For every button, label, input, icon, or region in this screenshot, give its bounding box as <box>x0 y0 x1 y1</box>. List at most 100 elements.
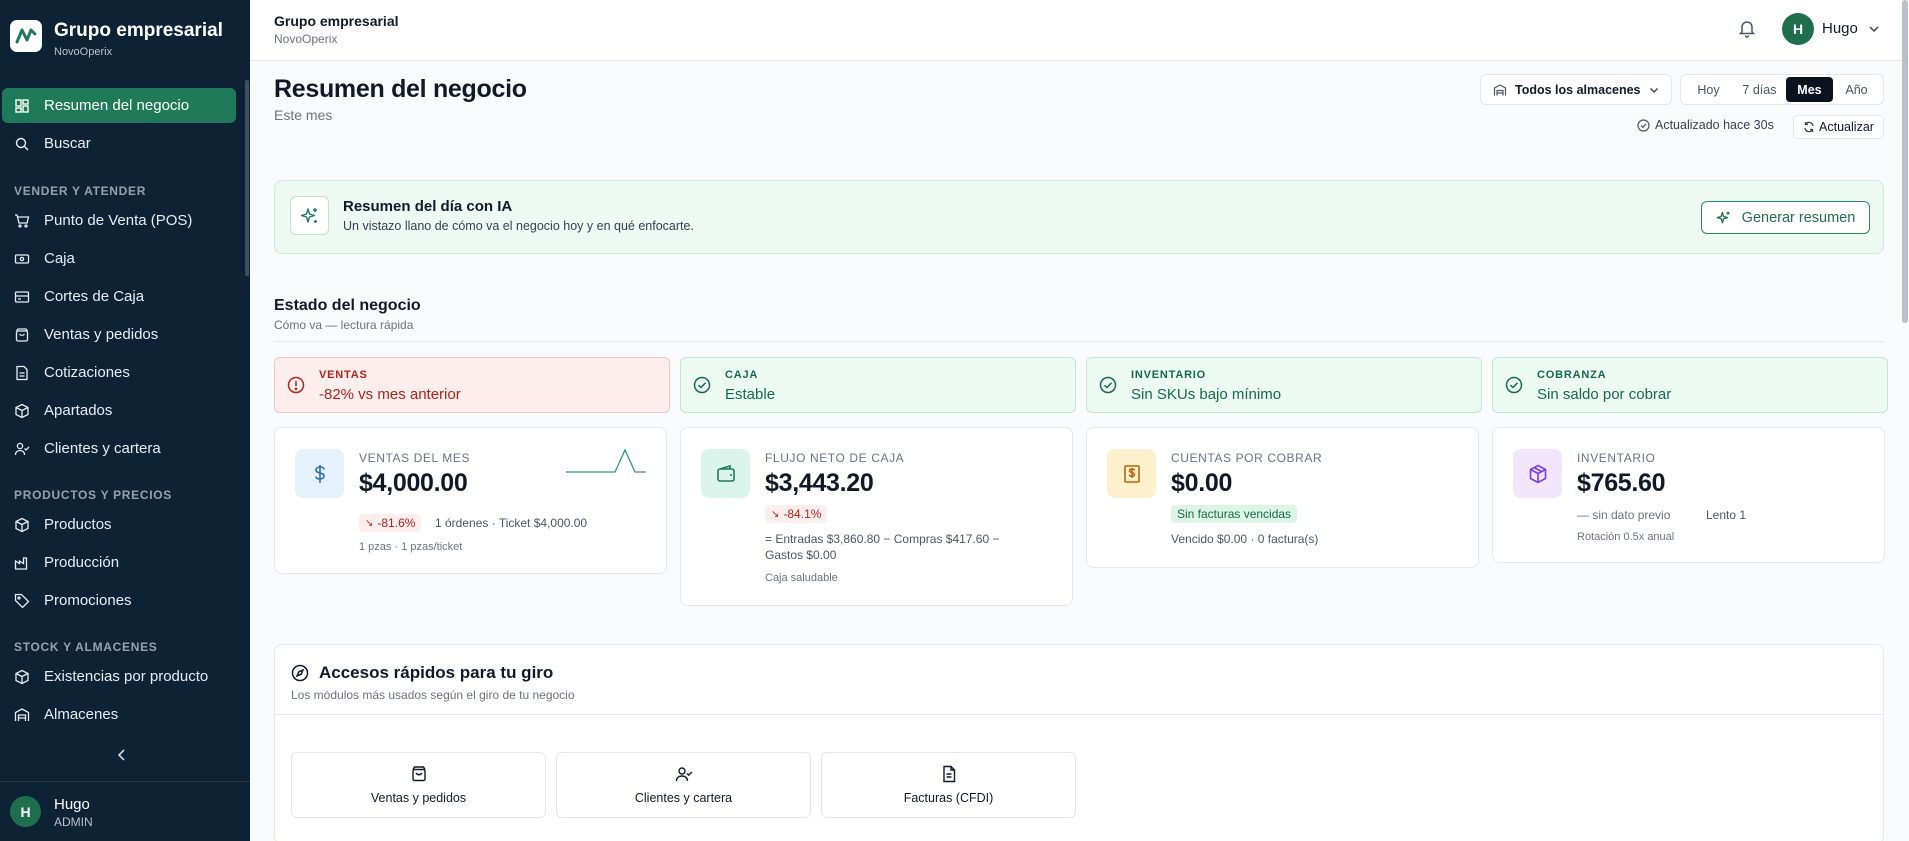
check-circle-icon <box>1637 118 1650 132</box>
main-content: Resumen del negocio Este mes Todos los a… <box>250 61 1909 841</box>
kpi-label: VENTAS DEL MES <box>359 451 471 465</box>
change-value: -81.6% <box>377 516 416 530</box>
updated-text: Actualizado hace 30s <box>1655 118 1774 132</box>
sidebar-item-resumen[interactable]: Resumen del negocio <box>2 88 236 123</box>
ai-summary-title: Resumen del día con IA <box>343 198 513 215</box>
user-avatar[interactable]: H <box>1782 13 1814 45</box>
status-ventas: VENTAS -82% vs mes anterior <box>274 357 670 413</box>
sidebar-item-ventas[interactable]: Ventas y pedidos <box>2 317 236 352</box>
sparkline <box>566 448 646 473</box>
quick-access-facturas[interactable]: Facturas (CFDI) <box>821 752 1076 818</box>
sidebar-item-cortes[interactable]: Cortes de Caja <box>2 279 236 314</box>
sidebar-item-produccion[interactable]: Producción <box>2 545 236 580</box>
quick-access-card: Accesos rápidos para tu giro Los módulos… <box>274 644 1884 841</box>
status-label: VENTAS <box>319 369 368 381</box>
user-name: Hugo <box>54 796 90 813</box>
kpi-small: Caja saludable <box>765 572 838 584</box>
page-scrollbar-thumb[interactable] <box>1902 0 1908 323</box>
sidebar-item-label: Producción <box>44 554 120 571</box>
sparkles-icon <box>1716 211 1730 223</box>
sidebar-item-clientes[interactable]: Clientes y cartera <box>2 431 236 466</box>
warehouse-icon <box>14 707 30 721</box>
sidebar-item-existencias[interactable]: Existencias por producto <box>2 659 236 694</box>
kpi-label: INVENTARIO <box>1577 451 1656 465</box>
search-icon <box>15 137 29 150</box>
sidebar-item-caja[interactable]: Caja <box>2 241 236 276</box>
kpi-value: $0.00 <box>1171 469 1233 497</box>
sidebar-item-label: Cortes de Caja <box>44 288 145 305</box>
status-value: -82% vs mes anterior <box>319 386 461 403</box>
avatar: H <box>10 796 41 827</box>
sidebar-item-buscar[interactable]: Buscar <box>2 126 236 161</box>
status-label: INVENTARIO <box>1131 369 1207 381</box>
chevron-left-icon <box>117 749 125 761</box>
status-value: Sin SKUs bajo mínimo <box>1131 386 1282 403</box>
kpi-meta: — sin dato previo <box>1577 508 1671 522</box>
check-circle-icon <box>1099 376 1117 394</box>
period-selector: Hoy 7 días Mes Año <box>1680 74 1884 105</box>
sidebar-item-label: Buscar <box>44 135 91 152</box>
sidebar-item-apartados[interactable]: Apartados <box>2 393 236 428</box>
period-7-dias[interactable]: 7 días <box>1733 77 1786 102</box>
quick-access-header: Accesos rápidos para tu giro Los módulos… <box>275 645 1883 715</box>
topbar: Grupo empresarial NovoOperix H Hugo <box>250 0 1909 61</box>
notifications-button[interactable] <box>1737 18 1757 38</box>
kpi-flujo-card[interactable]: FLUJO NETO DE CAJA $3,443.20 ↘ -84.1% = E… <box>680 427 1073 606</box>
divider <box>274 341 1884 342</box>
sidebar-item-promociones[interactable]: Promociones <box>2 583 236 618</box>
quick-access-subtitle: Los módulos más usados según el giro de … <box>291 688 575 702</box>
status-caja: CAJA Estable <box>680 357 1076 413</box>
boxes-icon <box>15 669 29 684</box>
quick-access-clientes[interactable]: Clientes y cartera <box>556 752 811 818</box>
ai-summary-desc: Un vistazo llano de cómo va el negocio h… <box>343 219 694 233</box>
sidebar-item-cotizaciones[interactable]: Cotizaciones <box>2 355 236 390</box>
updated-status: Actualizado hace 30s <box>1637 118 1774 132</box>
page-subtitle: Este mes <box>274 107 333 123</box>
sidebar-scrollbar-thumb[interactable] <box>245 80 249 276</box>
collapse-sidebar-button[interactable] <box>0 738 244 772</box>
dollar-icon <box>295 449 344 498</box>
wallet-icon <box>701 449 750 498</box>
period-hoy[interactable]: Hoy <box>1684 77 1733 102</box>
status-cobranza: COBRANZA Sin saldo por cobrar <box>1492 357 1888 413</box>
refresh-button[interactable]: Actualizar <box>1793 115 1884 139</box>
user-check-icon <box>14 442 30 455</box>
sidebar-item-pos[interactable]: Punto de Venta (POS) <box>2 203 236 238</box>
kpi-meta: 1 órdenes · Ticket $4,000.00 <box>435 516 588 530</box>
sidebar-user[interactable]: H Hugo ADMIN <box>0 782 250 841</box>
generate-summary-button[interactable]: Generar resumen <box>1701 201 1870 234</box>
change-badge: ↘ -81.6% <box>359 514 422 532</box>
register-icon <box>14 290 30 303</box>
kpi-value: $4,000.00 <box>359 469 468 497</box>
refresh-label: Actualizar <box>1819 120 1874 134</box>
user-menu-name[interactable]: Hugo <box>1822 20 1858 37</box>
box-icon <box>15 517 29 532</box>
warehouse-select[interactable]: Todos los almacenes <box>1480 74 1672 105</box>
page-scrollbar[interactable] <box>1901 0 1909 841</box>
sidebar-item-almacenes[interactable]: Almacenes <box>2 697 236 727</box>
sidebar-section-productos: PRODUCTOS Y PRECIOS <box>14 488 173 502</box>
period-mes[interactable]: Mes <box>1785 77 1833 102</box>
check-circle-icon <box>693 376 711 394</box>
user-check-icon <box>675 767 692 782</box>
bell-icon <box>1738 21 1756 38</box>
quick-access-ventas[interactable]: Ventas y pedidos <box>291 752 546 818</box>
package-icon <box>15 403 29 418</box>
kpi-value: $3,443.20 <box>765 469 874 497</box>
user-role: ADMIN <box>54 815 93 829</box>
period-ano[interactable]: Año <box>1833 77 1880 102</box>
sidebar-item-label: Ventas y pedidos <box>44 326 159 343</box>
sidebar-item-label: Existencias por producto <box>44 668 209 685</box>
kpi-label: CUENTAS POR COBRAR <box>1171 451 1323 465</box>
chevron-down-icon[interactable] <box>1868 23 1880 35</box>
kpi-ventas-card[interactable]: VENTAS DEL MES $4,000.00 ↘ -81.6% 1 órden… <box>274 427 667 574</box>
sidebar-item-productos[interactable]: Productos <box>2 507 236 542</box>
kpi-cxc-card[interactable]: CUENTAS POR COBRAR $0.00 Sin facturas ve… <box>1086 427 1479 568</box>
brand-logo-icon <box>10 20 42 52</box>
warehouse-select-value: Todos los almacenes <box>1515 82 1641 97</box>
sparkles-icon <box>290 196 329 235</box>
sidebar-section-vender: VENDER Y ATENDER <box>14 184 147 198</box>
sidebar-item-label: Caja <box>44 250 75 267</box>
status-value: Estable <box>725 386 776 403</box>
kpi-inventario-card[interactable]: INVENTARIO $765.60 — sin dato previo Len… <box>1492 427 1885 563</box>
